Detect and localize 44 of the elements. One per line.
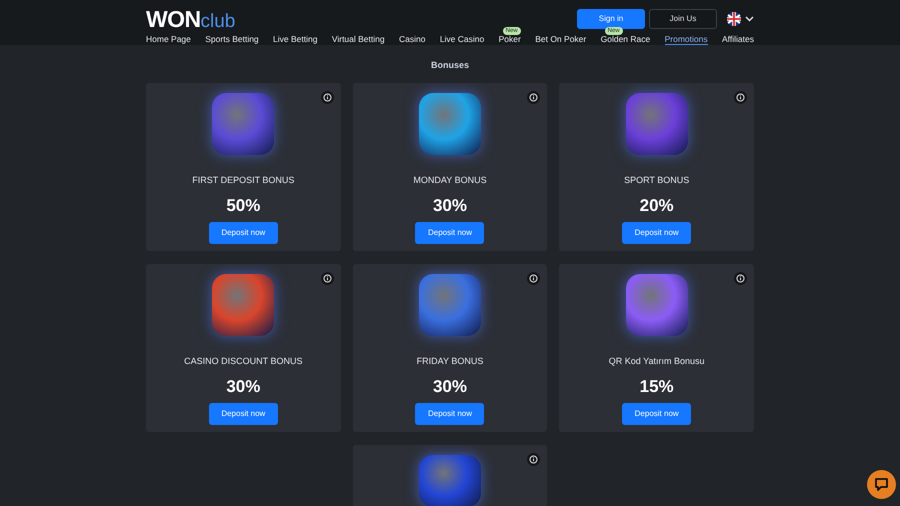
deposit-button[interactable]: Deposit now (208, 402, 278, 424)
bonus-title: CASINO DISCOUNT BONUS (184, 355, 302, 368)
nav-link[interactable]: Live Betting (273, 34, 318, 45)
caret-icon[interactable] (745, 16, 754, 22)
info-icon[interactable] (527, 272, 540, 285)
deposit-button[interactable]: Deposit now (208, 222, 278, 244)
bonus-percent: 50% (226, 196, 260, 214)
flag-icon[interactable] (727, 12, 741, 26)
bonus-percent: 30% (432, 378, 467, 394)
deposit-button[interactable]: Deposit now (415, 402, 484, 424)
bonus-title: FRIDAY BONUS (416, 355, 484, 368)
bonus-percent: 30% (226, 378, 260, 394)
deposit-button[interactable]: Deposit now (415, 222, 484, 244)
nav-link[interactable]: Casino (398, 34, 426, 45)
info-icon[interactable] (320, 272, 334, 285)
nav-link[interactable]: Bet On Poker (535, 34, 586, 45)
page-title: Bonuses (430, 60, 469, 70)
nav-link[interactable]: Promotions (664, 34, 708, 45)
info-icon[interactable] (527, 91, 540, 104)
join-button[interactable]: Join Us (649, 9, 717, 29)
bonus-title: SPORT BONUS (624, 174, 690, 187)
bonus-title: FIRST DEPOSIT BONUS (192, 174, 294, 187)
nav-link[interactable]: Home Page (146, 34, 191, 45)
nav-link[interactable]: Poker (498, 34, 521, 45)
site-logo[interactable]: WONclub (146, 8, 236, 30)
nav-link[interactable]: Live Casino (440, 34, 484, 45)
nav-link[interactable]: Sports Betting (205, 34, 259, 45)
sign-in-button[interactable]: Sign in (577, 9, 645, 29)
info-icon[interactable] (734, 272, 747, 285)
nav-link[interactable]: Affiliates (722, 34, 754, 45)
chat-icon (874, 477, 889, 492)
chat-button[interactable] (867, 470, 896, 499)
bonus-percent: 30% (432, 196, 467, 214)
info-icon[interactable] (734, 91, 747, 104)
bonus-title: QR Kod Yatırım Bonusu (608, 355, 705, 368)
bonus-percent: 15% (640, 378, 674, 394)
info-icon[interactable] (527, 453, 540, 466)
info-icon[interactable] (320, 91, 334, 104)
bonus-title: MONDAY BONUS (413, 174, 487, 187)
nav-link[interactable]: Golden Race (600, 34, 650, 45)
deposit-button[interactable]: Deposit now (622, 402, 692, 424)
bonus-percent: 20% (640, 196, 674, 214)
deposit-button[interactable]: Deposit now (622, 222, 692, 244)
nav-link[interactable]: Virtual Betting (332, 34, 385, 45)
